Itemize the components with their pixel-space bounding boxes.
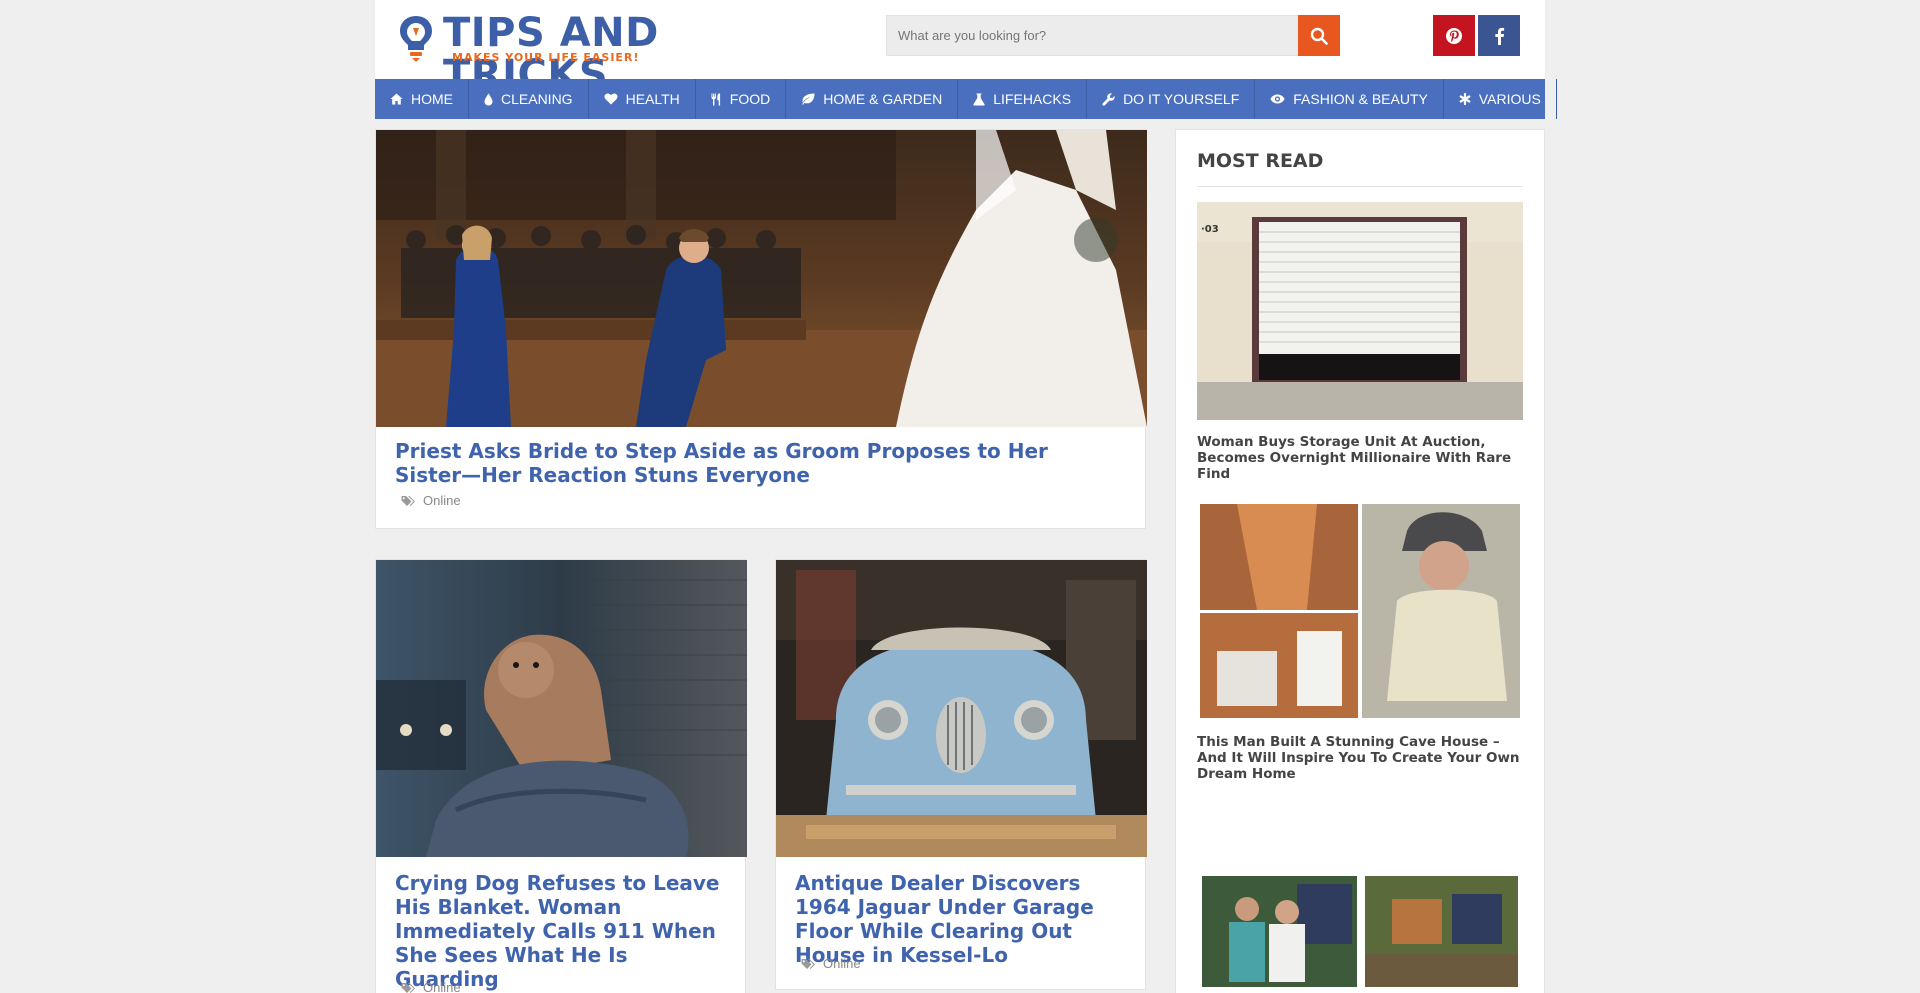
facebook-icon (1495, 27, 1505, 45)
sidebar-item-title[interactable]: Woman Buys Storage Unit At Auction, Beco… (1197, 434, 1527, 482)
facebook-button[interactable] (1478, 15, 1520, 56)
featured-article-card[interactable]: Priest Asks Bride to Step Aside as Groom… (375, 129, 1147, 529)
pinterest-button[interactable] (1433, 15, 1475, 56)
tags-icon (401, 982, 415, 993)
cutlery-icon (711, 93, 720, 105)
article-tag[interactable]: Online (401, 493, 461, 508)
nav-label: FOOD (729, 91, 771, 107)
article-image-jaguar[interactable] (776, 560, 1147, 857)
article-title[interactable]: Antique Dealer Discovers 1964 Jaguar Und… (795, 871, 1140, 967)
article-image-wedding[interactable] (376, 130, 1147, 427)
sidebar-item-title[interactable]: This Man Built A Stunning Cave House – A… (1197, 734, 1527, 782)
nav-item-fashion-beauty[interactable]: FASHION & BEAUTY (1255, 79, 1444, 119)
tag-label: Online (423, 980, 461, 993)
sidebar-heading: MOST READ (1197, 150, 1324, 172)
nav-item-various[interactable]: VARIOUS (1444, 79, 1557, 119)
svg-text:·03: ·03 (1201, 224, 1219, 235)
article-card[interactable]: Crying Dog Refuses to Leave His Blanket.… (375, 559, 747, 993)
search-input[interactable] (886, 15, 1298, 56)
nav-item-food[interactable]: FOOD (696, 79, 787, 119)
asterisk-icon (1459, 93, 1471, 105)
nav-label: HEALTH (625, 91, 680, 107)
nav-item-diy[interactable]: DO IT YOURSELF (1087, 79, 1256, 119)
nav-item-home[interactable]: HOME (375, 79, 469, 119)
page-wrapper: TIPS AND TRICKS MAKES YOUR LIFE EASIER! (375, 0, 1557, 993)
heart-icon (604, 93, 618, 105)
article-title[interactable]: Crying Dog Refuses to Leave His Blanket.… (395, 871, 730, 991)
article-image-dog[interactable] (376, 560, 747, 857)
nav-label: HOME & GARDEN (823, 91, 943, 107)
search-icon (1310, 27, 1328, 45)
nav-label: LIFEHACKS (993, 91, 1072, 107)
site-header: TIPS AND TRICKS MAKES YOUR LIFE EASIER! (375, 0, 1545, 96)
nav-item-cleaning[interactable]: CLEANING (469, 79, 589, 119)
nav-label: DO IT YOURSELF (1123, 91, 1240, 107)
sidebar-image-tiny-house[interactable] (1197, 874, 1523, 989)
nav-label: VARIOUS (1478, 91, 1541, 107)
tag-label: Online (423, 493, 461, 508)
sidebar-image-storage[interactable]: ·03 (1197, 202, 1523, 420)
nav-item-home-garden[interactable]: HOME & GARDEN (786, 79, 959, 119)
eye-icon (1270, 94, 1285, 104)
pinterest-icon (1446, 27, 1462, 44)
article-card[interactable]: Antique Dealer Discovers 1964 Jaguar Und… (775, 559, 1147, 990)
wrench-icon (1102, 92, 1115, 106)
flask-icon (973, 93, 985, 105)
nav-label: HOME (411, 91, 453, 107)
main-nav: HOME CLEANING HEALTH FOOD HOME & GARDEN … (375, 79, 1557, 119)
nav-item-health[interactable]: HEALTH (589, 79, 696, 119)
article-title[interactable]: Priest Asks Bride to Step Aside as Groom… (395, 439, 1115, 487)
home-icon (390, 93, 403, 105)
divider (1197, 186, 1523, 187)
tags-icon (401, 495, 415, 506)
site-logo[interactable]: TIPS AND TRICKS MAKES YOUR LIFE EASIER! (397, 12, 797, 96)
article-tag[interactable]: Online (401, 980, 461, 993)
logo-subtitle: MAKES YOUR LIFE EASIER! (452, 51, 640, 64)
sidebar-image-cave-house[interactable] (1197, 501, 1523, 721)
sidebar-most-read: MOST READ ·03 Woman Buys Storage Unit At… (1175, 129, 1545, 993)
lightbulb-icon (400, 16, 432, 62)
search-form (886, 15, 1340, 56)
search-button[interactable] (1298, 15, 1340, 56)
nav-item-lifehacks[interactable]: LIFEHACKS (958, 79, 1088, 119)
nav-label: FASHION & BEAUTY (1293, 91, 1428, 107)
tag-label: Online (823, 956, 861, 971)
drop-icon (484, 93, 493, 105)
tags-icon (801, 958, 815, 969)
article-tag[interactable]: Online (801, 956, 861, 971)
leaf-icon (802, 93, 815, 105)
nav-label: CLEANING (501, 91, 573, 107)
